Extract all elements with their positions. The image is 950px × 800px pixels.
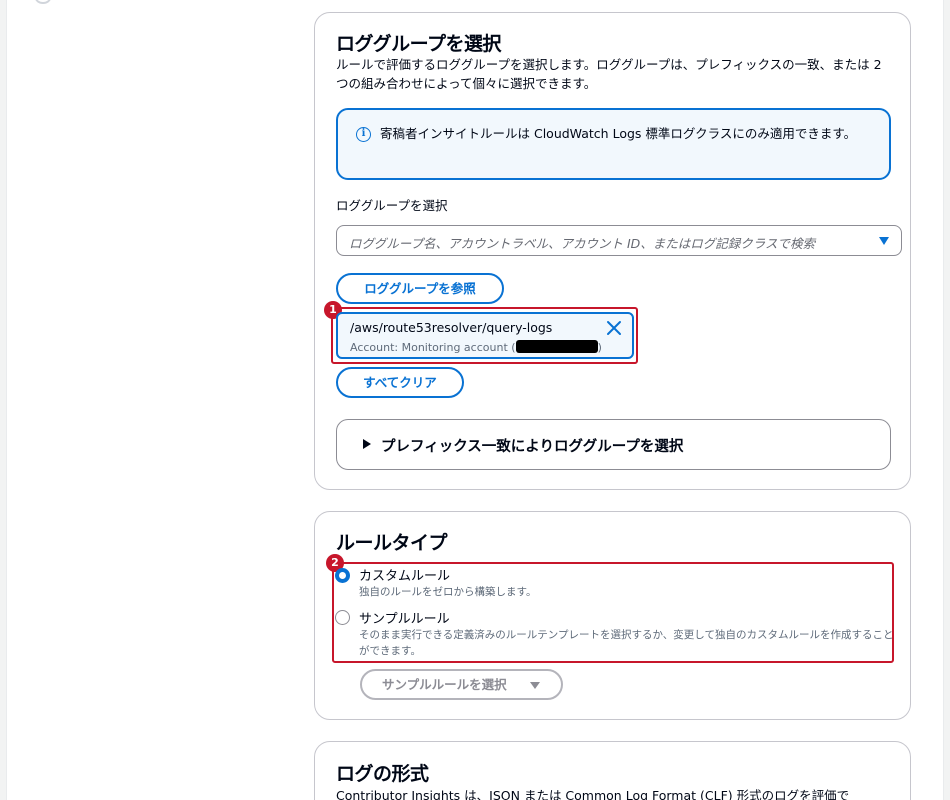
prefix-match-label: プレフィックス一致によりロググループを選択 xyxy=(381,439,684,455)
token-account-prefix: Account: Monitoring account ( xyxy=(350,341,516,354)
prefix-match-expander[interactable]: プレフィックス一致によりロググループを選択 xyxy=(336,419,891,470)
partial-icon xyxy=(35,0,51,4)
select-placeholder: ロググループ名、アカウントラベル、アカウント ID、またはログ記録クラスで検索 xyxy=(349,236,816,251)
custom-rule-description: 独自のルールをゼロから構築します。 xyxy=(359,586,537,598)
log-group-description: ルールで評価するロググループを選択します。ロググループは、プレフィックスの一致、… xyxy=(336,57,882,91)
browse-log-groups-button[interactable]: ロググループを参照 xyxy=(336,273,504,304)
rule-type-card: ルールタイプ 2 カスタムルール 独自のルールをゼロから構築します。 サンプルル… xyxy=(314,511,911,720)
info-alert-text: 寄稿者インサイトルールは CloudWatch Logs 標準ログクラスにのみ適… xyxy=(380,126,857,141)
log-format-title: ログの形式 xyxy=(336,763,429,785)
log-format-card: ログの形式 Contributor Insights は、JSON または Co… xyxy=(314,741,911,800)
caret-down-icon xyxy=(879,237,889,245)
caret-down-icon xyxy=(530,682,540,689)
close-icon[interactable] xyxy=(606,320,622,336)
clear-all-button[interactable]: すべてクリア xyxy=(336,367,464,398)
token-account-suffix: ) xyxy=(597,341,602,354)
redacted-block xyxy=(515,340,598,353)
log-format-description: Contributor Insights は、JSON または Common L… xyxy=(336,788,850,800)
log-group-title: ロググループを選択 xyxy=(336,33,501,55)
info-icon: i xyxy=(356,127,371,142)
sample-rule-description: そのまま実行できる定義済みのルールテンプレートを選択するか、変更して独自のカスタ… xyxy=(359,629,894,657)
token-name: /aws/route53resolver/query-logs xyxy=(350,320,553,335)
select-sample-rule-button[interactable]: サンプルルールを選択 xyxy=(360,669,563,700)
log-group-select[interactable]: ロググループ名、アカウントラベル、アカウント ID、またはログ記録クラスで検索 xyxy=(336,225,902,256)
select-sample-rule-label: サンプルルールを選択 xyxy=(382,677,507,692)
rule-type-title: ルールタイプ xyxy=(336,532,448,554)
custom-rule-label: カスタムルール xyxy=(359,569,451,584)
log-group-card: ロググループを選択 ルールで評価するロググループを選択します。ロググループは、プ… xyxy=(314,12,911,490)
log-group-field-label: ロググループを選択 xyxy=(336,198,448,213)
selected-log-group-token: /aws/route53resolver/query-logs Account:… xyxy=(336,312,634,359)
caret-right-icon xyxy=(363,439,371,449)
sample-rule-label: サンプルルール xyxy=(359,612,450,627)
custom-rule-radio[interactable] xyxy=(335,568,350,583)
sample-rule-radio[interactable] xyxy=(335,610,350,625)
token-account: Account: Monitoring account () xyxy=(350,340,602,354)
info-alert: i 寄稿者インサイトルールは CloudWatch Logs 標準ログクラスにの… xyxy=(336,108,891,180)
